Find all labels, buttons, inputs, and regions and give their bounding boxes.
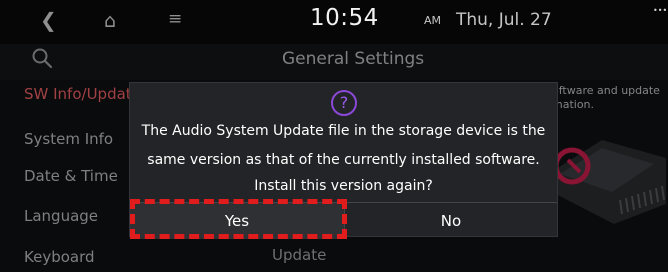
clock-ampm: AM	[424, 14, 442, 27]
dialog-message-line2: same version as that of the currently in…	[147, 152, 540, 168]
dialog-message-line3: Install this version again?	[254, 178, 433, 194]
no-button[interactable]: No	[344, 203, 558, 239]
infotainment-screen: ❮ ⌂ ≡ 10:54 AM Thu, Jul. 27 ••• General …	[0, 0, 668, 272]
dialog-message-line1: The Audio System Update file in the stor…	[141, 123, 546, 139]
home-icon[interactable]: ⌂	[104, 10, 116, 32]
clock-date: Thu, Jul. 27	[456, 10, 552, 30]
menu-icon[interactable]: ≡	[168, 9, 182, 29]
status-bar: ❮ ⌂ ≡ 10:54 AM Thu, Jul. 27 •••	[0, 0, 668, 44]
clock-time: 10:54	[310, 5, 379, 31]
question-icon: ?	[331, 90, 357, 116]
status-indicator-icon: •••	[653, 6, 668, 15]
yes-button-highlight	[130, 199, 347, 239]
back-icon[interactable]: ❮	[40, 8, 57, 32]
